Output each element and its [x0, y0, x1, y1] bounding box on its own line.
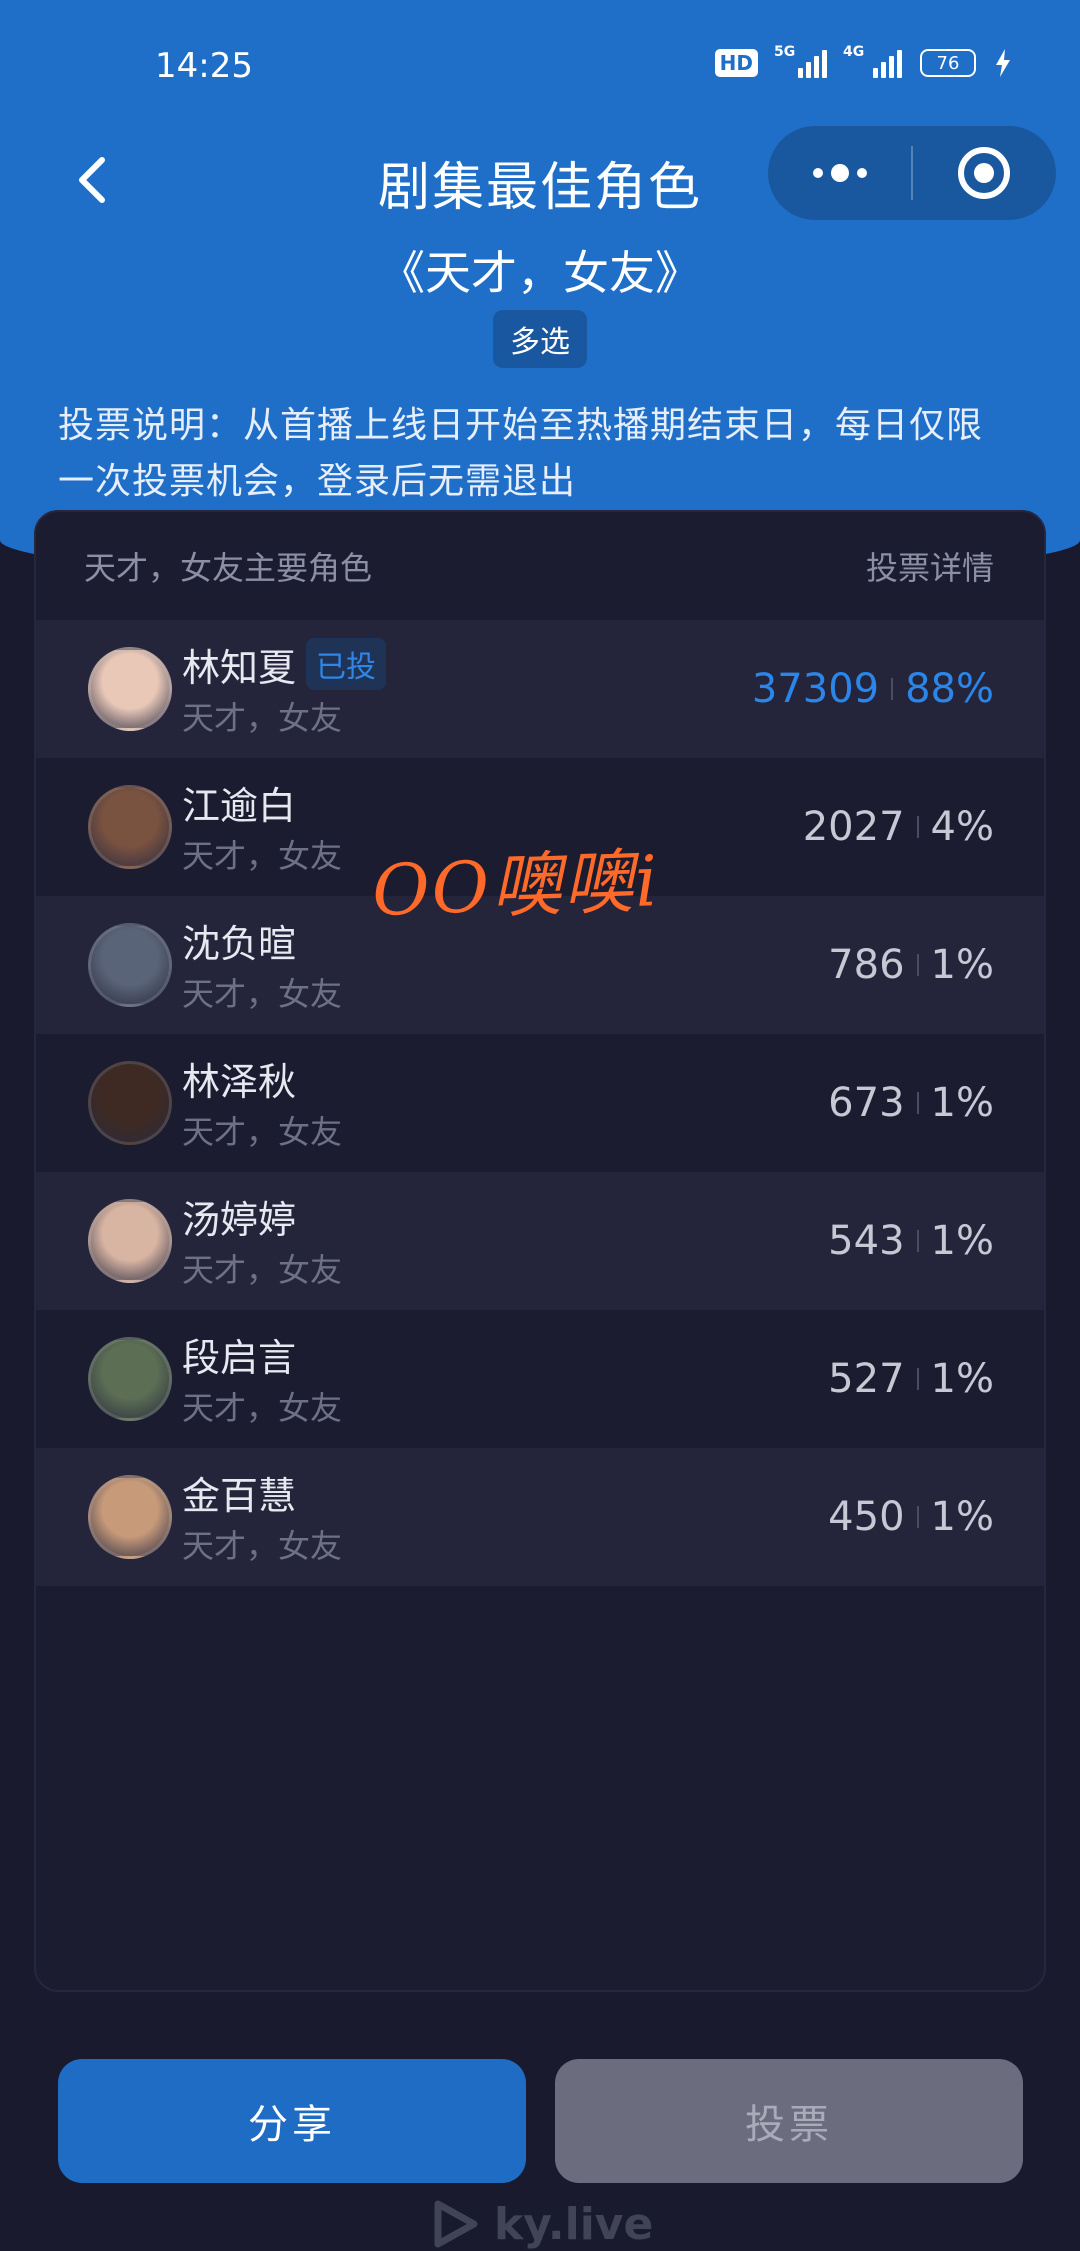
vote-stats: 527 1% — [828, 1356, 994, 1402]
vote-count: 37309 — [751, 666, 880, 712]
target-circle-icon — [958, 147, 1011, 199]
play-logo-icon — [434, 2200, 478, 2248]
card-header: 天才，女友主要角色 投票详情 — [36, 512, 1044, 620]
vote-percent: 4% — [930, 804, 994, 850]
hd-voice-icon: HD — [714, 49, 758, 77]
battery-icon: 76 — [920, 49, 976, 77]
vote-count: 543 — [828, 1218, 905, 1264]
avatar — [88, 1337, 172, 1421]
candidate-name: 汤婷婷 — [182, 1197, 297, 1242]
show-title: 《天才，女友》 — [379, 246, 701, 300]
candidate-name: 江逾白 — [182, 783, 297, 828]
candidate-row[interactable]: 林泽秋 天才，女友 673 1% — [36, 1034, 1044, 1172]
handwritten-overlay-text: OO噢噢i — [370, 840, 661, 932]
candidate-name: 沈负暄 — [182, 921, 297, 966]
candidate-name: 金百慧 — [182, 1473, 297, 1518]
candidate-show: 天才，女友 — [182, 1251, 343, 1289]
vote-count: 450 — [828, 1494, 905, 1540]
avatar — [88, 923, 172, 1007]
vote-percent: 1% — [930, 1080, 994, 1126]
more-button[interactable] — [768, 126, 911, 220]
share-button[interactable]: 分享 — [58, 2059, 526, 2183]
signal-4g-icon: 4G — [843, 44, 902, 78]
mini-program-capsule — [768, 126, 1056, 220]
candidate-show: 天才，女友 — [182, 699, 343, 737]
vote-count: 786 — [828, 942, 905, 988]
candidate-row[interactable]: 汤婷婷 天才，女友 543 1% — [36, 1172, 1044, 1310]
vote-stats: 673 1% — [828, 1080, 994, 1126]
avatar — [88, 647, 172, 731]
vote-button[interactable]: 投票 — [555, 2059, 1023, 2183]
card-header-title: 天才，女友主要角色 — [84, 549, 373, 587]
vote-percent: 1% — [930, 1356, 994, 1402]
vote-percent: 1% — [930, 1218, 994, 1264]
candidate-row[interactable]: 林知夏 已投 天才，女友 37309 88% — [36, 620, 1044, 758]
close-button[interactable] — [913, 126, 1056, 220]
avatar — [88, 1475, 172, 1559]
footer-logo: ky.live — [428, 2198, 653, 2250]
candidate-show: 天才，女友 — [182, 1113, 343, 1151]
status-bar: 14:25 HD 5G 4G 76 — [0, 0, 1080, 130]
avatar — [88, 785, 172, 869]
candidate-row[interactable]: 段启言 天才，女友 527 1% — [36, 1310, 1044, 1448]
avatar — [88, 1061, 172, 1145]
vote-percent: 88% — [905, 666, 994, 712]
vote-details-link[interactable]: 投票详情 — [866, 543, 994, 589]
page: 14:25 HD 5G 4G 76 剧集最佳角色 《天才，女友》 多选 投票说明… — [0, 0, 1080, 2251]
vote-count: 673 — [828, 1080, 905, 1126]
candidate-show: 天才，女友 — [182, 1527, 343, 1565]
vote-count: 527 — [828, 1356, 905, 1402]
avatar — [88, 1199, 172, 1283]
vote-stats: 37309 88% — [752, 666, 994, 712]
status-icons: HD 5G 4G 76 — [714, 44, 1012, 78]
vote-percent: 1% — [930, 942, 994, 988]
more-dots-icon — [812, 164, 867, 182]
stats-divider — [891, 678, 894, 700]
candidate-name: 林知夏 — [182, 645, 297, 690]
voted-badge: 已投 — [306, 638, 387, 690]
candidate-row[interactable]: 金百慧 天才，女友 450 1% — [36, 1448, 1044, 1586]
candidate-show: 天才，女友 — [182, 1389, 343, 1427]
candidate-show: 天才，女友 — [182, 975, 343, 1013]
vote-stats: 786 1% — [828, 942, 994, 988]
multi-select-badge: 多选 — [493, 310, 587, 368]
vote-stats: 450 1% — [828, 1494, 994, 1540]
charging-icon — [996, 49, 1010, 77]
vote-notice: 投票说明：从首播上线日开始至热播期结束日，每日仅限一次投票机会，登录后无需退出 — [58, 405, 984, 502]
stats-divider — [916, 954, 919, 976]
vote-stats: 2027 4% — [803, 804, 994, 850]
status-time: 14:25 — [155, 46, 253, 86]
ranking-card: 天才，女友主要角色 投票详情 林知夏 已投 天才，女友 37309 88% 江逾… — [34, 510, 1046, 1992]
stats-divider — [916, 1230, 919, 1252]
stats-divider — [916, 1506, 919, 1528]
stats-divider — [916, 1368, 919, 1390]
vote-stats: 543 1% — [828, 1218, 994, 1264]
stats-divider — [916, 1092, 919, 1114]
candidate-name: 段启言 — [182, 1335, 297, 1380]
footer-logo-text: ky.live — [494, 2198, 654, 2250]
vote-count: 2027 — [802, 804, 905, 850]
signal-5g-icon: 5G — [774, 44, 827, 78]
vote-percent: 1% — [930, 1494, 994, 1540]
stats-divider — [916, 816, 919, 838]
candidate-name: 林泽秋 — [182, 1059, 297, 1104]
